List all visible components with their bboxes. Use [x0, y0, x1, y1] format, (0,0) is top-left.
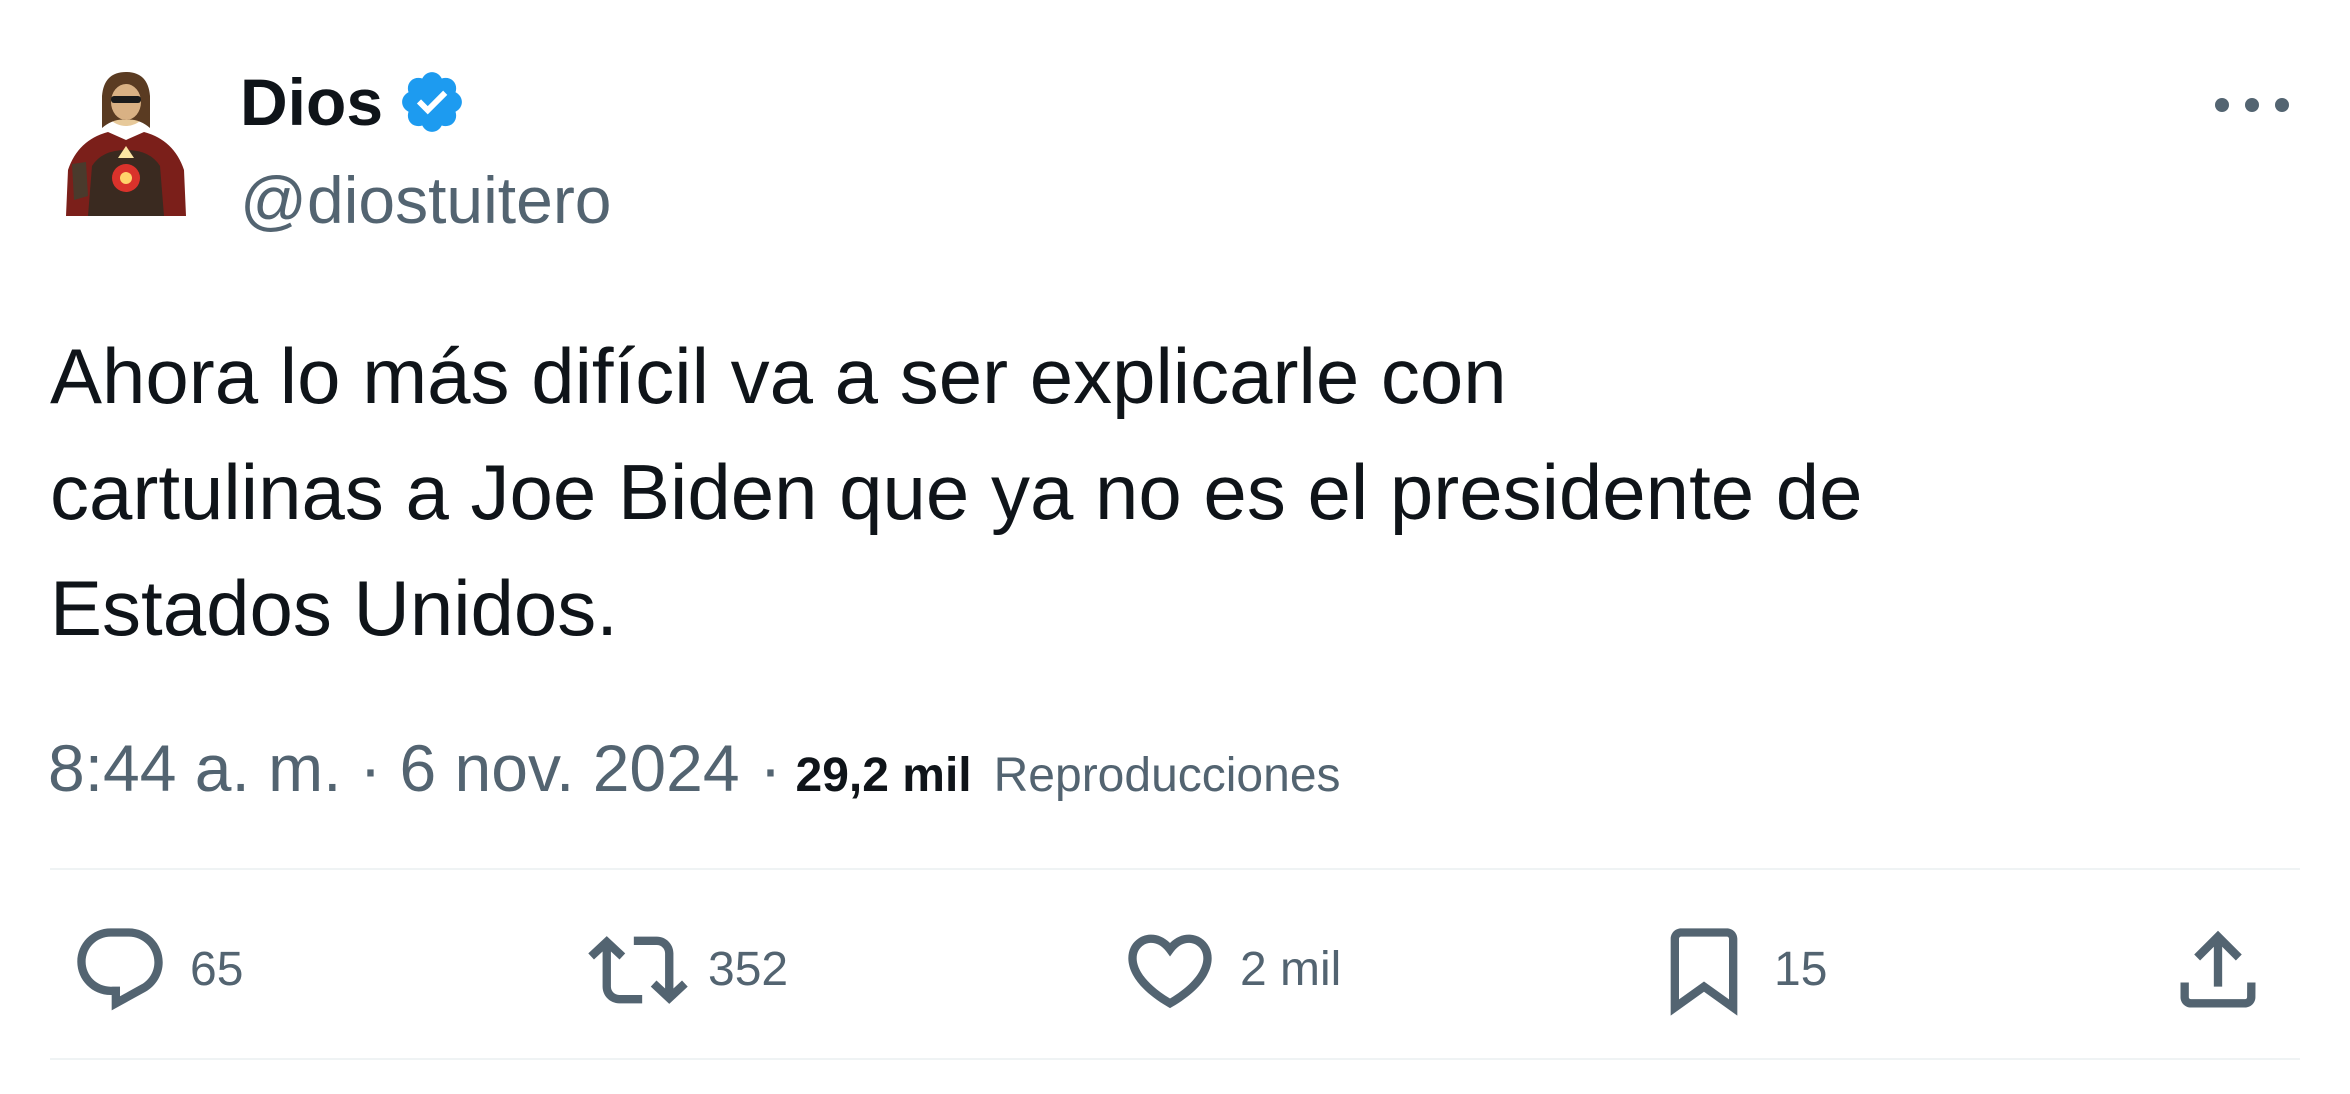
reply-count: 65 [190, 943, 244, 996]
separator-dot: · [359, 731, 382, 805]
reply-bubble-icon [77, 928, 163, 1011]
religious-figure-avatar-icon [66, 72, 186, 216]
like-button[interactable]: 2 mil [1120, 900, 1341, 1040]
tweet-time[interactable]: 8:44 a. m. [48, 718, 342, 818]
share-upload-icon [2180, 930, 2256, 1008]
divider [50, 868, 2300, 870]
action-bar: 65 352 2 mil 15 [0, 900, 2350, 1040]
heart-icon [1128, 934, 1212, 1009]
tweet-metadata: 8:44 a. m. · 6 nov. 2024 · 29,2 mil Repr… [48, 718, 1341, 818]
verified-badge-icon [402, 72, 462, 132]
retweet-count: 352 [708, 943, 789, 996]
retweet-button[interactable]: 352 [588, 900, 788, 1040]
author-handle[interactable]: @diostuitero [240, 160, 612, 240]
bookmark-button[interactable]: 15 [1654, 900, 1827, 1040]
divider [50, 1058, 2300, 1060]
retweet-icon [588, 936, 688, 1004]
more-options-button[interactable] [2206, 80, 2298, 130]
reply-button[interactable]: 65 [70, 900, 243, 1040]
author-name-row: Dios [240, 62, 467, 142]
like-count: 2 mil [1240, 943, 1342, 996]
tweet-text: Ahora lo más difícil va a ser explicarle… [50, 332, 1863, 652]
tweet-date[interactable]: 6 nov. 2024 [399, 718, 739, 818]
bookmark-icon [1670, 928, 1738, 1016]
display-name[interactable]: Dios [240, 62, 383, 142]
bookmark-count: 15 [1774, 943, 1828, 996]
tweet-card: Dios @diostuitero Ahora lo más difícil v… [0, 0, 2350, 1094]
more-options-icon [2215, 98, 2289, 112]
views-count[interactable]: 29,2 mil [796, 748, 972, 803]
avatar[interactable] [58, 66, 194, 216]
views-label[interactable]: Reproducciones [994, 748, 1341, 803]
share-button[interactable] [2168, 900, 2268, 1040]
separator-dot: · [759, 731, 782, 805]
